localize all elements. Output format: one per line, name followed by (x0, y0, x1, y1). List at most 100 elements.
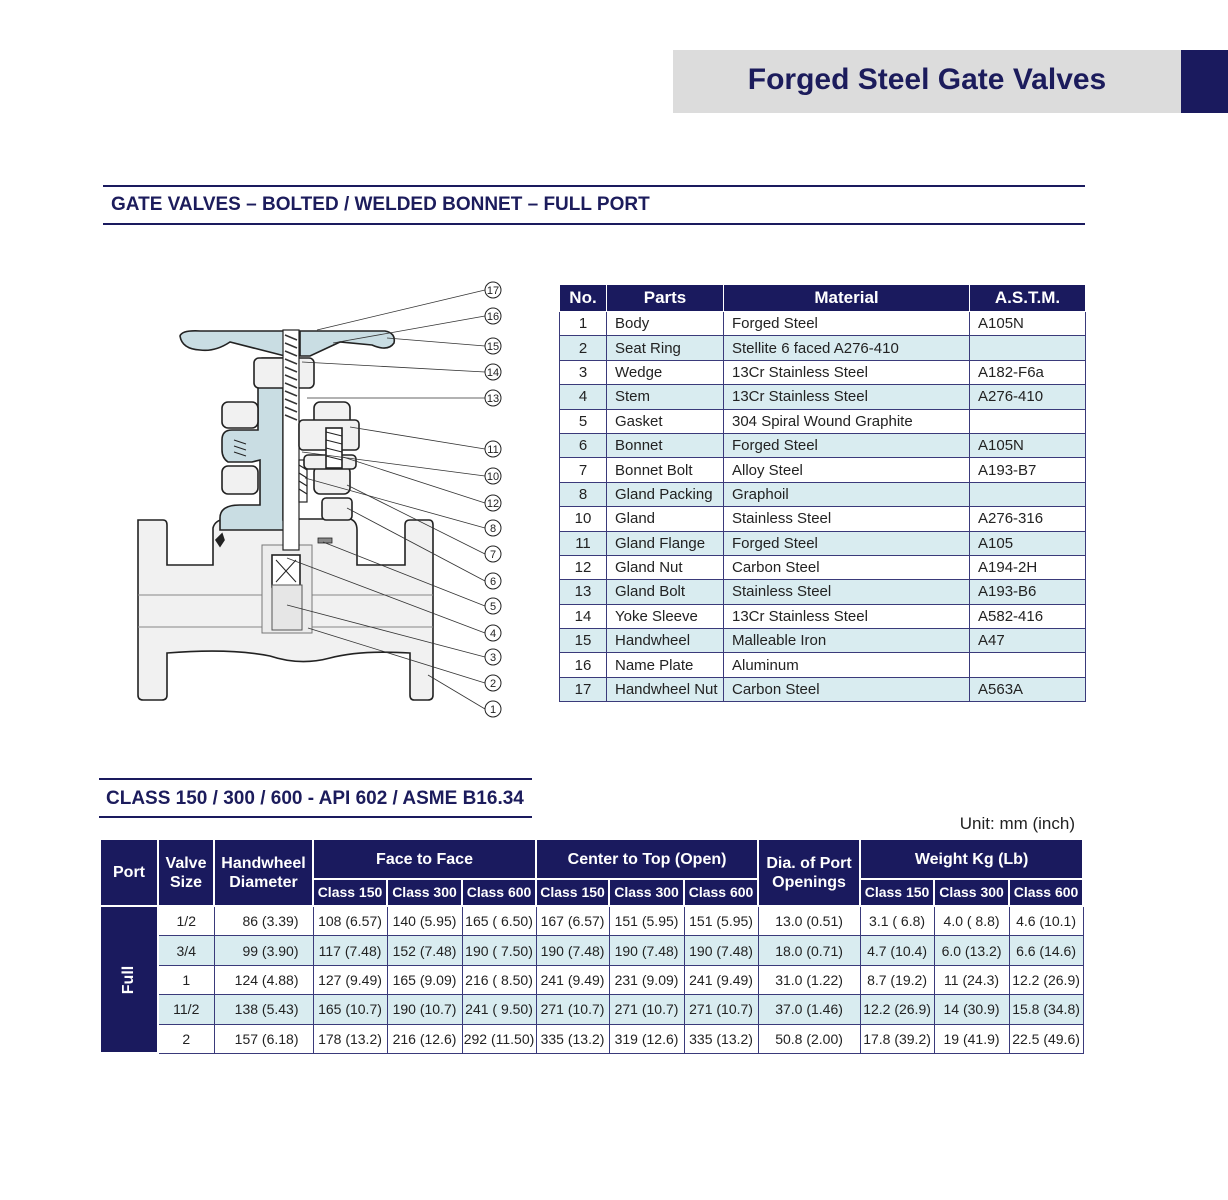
table-row: 2 Seat Ring Stellite 6 faced A276-410 (559, 335, 1086, 361)
part-no: 1 (559, 310, 607, 337)
table-row: 4 Stem 13Cr Stainless Steel A276-410 (559, 384, 1086, 410)
parts-material-table: No. Parts Material A.S.T.M. 1 Body Forged … (559, 284, 1086, 703)
part-no: 4 (559, 384, 607, 410)
part-astm: A105N (969, 310, 1086, 337)
ct-class150: 335 (13.2) (535, 1023, 610, 1054)
part-name: Bonnet Bolt (606, 457, 724, 483)
part-astm (969, 481, 1086, 508)
header-ct-class150: Class 150 (535, 878, 611, 907)
callout-label: 5 (490, 601, 496, 613)
dia-port: 37.0 (1.46) (757, 994, 861, 1025)
part-astm: A193-B6 (969, 579, 1086, 605)
handwheel-diameter: 99 (3.90) (213, 935, 314, 966)
part-material: Stellite 6 faced A276-410 (723, 335, 970, 361)
table-row: 14 Yoke Sleeve 13Cr Stainless Steel A582-41… (559, 603, 1086, 630)
header-handwheel: Handwheel Diameter (213, 838, 314, 907)
callout-15: 15 (484, 337, 502, 355)
header-port: Port (99, 838, 159, 907)
callout-17: 17 (484, 281, 502, 299)
ff-class600: 292 (11.50) (461, 1023, 537, 1054)
part-name: Bonnet (606, 432, 724, 459)
weight-class150: 3.1 ( 6.8) (859, 905, 935, 937)
part-no: 11 (559, 530, 607, 556)
spec-header-row: Port Valve Size Handwheel Diameter Face … (99, 838, 1085, 907)
ff-class150: 127 (9.49) (312, 964, 388, 996)
table-row: 1 Body Forged Steel A105N (559, 310, 1086, 337)
table-row: 3/4 99 (3.90) 117 (7.48) 152 (7.48) 190 ( 7.… (100, 935, 1084, 966)
weight-class600: 12.2 (26.9) (1008, 964, 1084, 996)
part-name: Gland Nut (606, 554, 724, 581)
ff-class300: 165 (9.09) (386, 964, 463, 996)
ff-class600: 241 ( 9.50) (461, 994, 537, 1025)
table-row: 12 Gland Nut Carbon Steel A194-2H (559, 554, 1086, 581)
table-row: Full 1/2 86 (3.39) 108 (6.57) 140 (5.95) 165 … (99, 904, 1084, 1055)
table-row: 1 124 (4.88) 127 (9.49) 165 (9.09) 216 ( 8.5… (100, 964, 1084, 996)
ff-class300: 190 (10.7) (386, 994, 463, 1025)
part-material: Stainless Steel (723, 506, 970, 532)
part-astm: A276-410 (969, 384, 1086, 410)
part-no: 14 (559, 603, 607, 630)
part-astm: A276-316 (969, 506, 1086, 532)
part-astm: A105 (969, 530, 1086, 556)
table-row: 8 Gland Packing Graphoil (559, 481, 1086, 508)
header-center-to-top: Center to Top (Open) (535, 838, 760, 880)
part-material: 13Cr Stainless Steel (723, 359, 970, 386)
ct-class150: 241 (9.49) (535, 964, 610, 996)
table-row: 5 Gasket 304 Spiral Wound Graphite (559, 408, 1086, 434)
header-wt-class300: Class 300 (933, 878, 1011, 907)
part-material: 13Cr Stainless Steel (723, 603, 970, 630)
handwheel-diameter: 138 (5.43) (213, 994, 314, 1025)
header-weight: Weight Kg (Lb) (859, 838, 1085, 880)
table-row: 13 Gland Bolt Stainless Steel A193-B6 (559, 579, 1086, 605)
ff-class600: 165 ( 6.50) (461, 905, 537, 937)
table-row: 10 Gland Stainless Steel A276-316 (559, 506, 1086, 532)
part-name: Body (606, 310, 724, 337)
weight-class150: 8.7 (19.2) (859, 964, 935, 996)
callout-11: 11 (484, 440, 502, 458)
ct-class300: 231 (9.09) (608, 964, 685, 996)
header-ff-class150: Class 150 (312, 878, 388, 907)
section-title-class: CLASS 150 / 300 / 600 - API 602 / ASME B… (99, 778, 532, 818)
header-ct-class600: Class 600 (683, 878, 760, 907)
ff-class300: 152 (7.48) (386, 935, 463, 966)
part-material: Forged Steel (723, 530, 970, 556)
part-no: 3 (559, 359, 607, 386)
part-name: Gland (606, 506, 724, 532)
ff-class300: 140 (5.95) (386, 905, 463, 937)
callout-label: 10 (487, 471, 499, 483)
ct-class300: 151 (5.95) (608, 905, 685, 937)
ff-class150: 117 (7.48) (312, 935, 388, 966)
table-row: 7 Bonnet Bolt Alloy Steel A193-B7 (559, 457, 1086, 483)
dia-port: 13.0 (0.51) (757, 905, 861, 937)
callout-6: 6 (484, 572, 502, 590)
weight-class600: 22.5 (49.6) (1008, 1023, 1084, 1054)
table-row: 15 Handwheel Malleable Iron A47 (559, 628, 1086, 654)
weight-class600: 15.8 (34.8) (1008, 994, 1084, 1025)
part-no: 7 (559, 457, 607, 483)
ff-class150: 178 (13.2) (312, 1023, 388, 1054)
header-dia-port: Dia. of Port Openings (757, 838, 862, 907)
part-name: Gland Packing (606, 481, 724, 508)
callout-4: 4 (484, 624, 502, 642)
weight-class150: 17.8 (39.2) (859, 1023, 935, 1054)
part-astm (969, 652, 1086, 678)
table-row: 11 Gland Flange Forged Steel A105 (559, 530, 1086, 556)
parts-table-header: No. Parts Material A.S.T.M. (559, 284, 1086, 312)
port-cell: Full (99, 904, 159, 1055)
part-no: 17 (559, 676, 607, 703)
handwheel-diameter: 86 (3.39) (213, 905, 314, 937)
valve-size: 1 (157, 964, 215, 996)
part-material: Stainless Steel (723, 579, 970, 605)
header-valve-size: Valve Size (157, 838, 215, 907)
callout-label: 8 (490, 523, 496, 535)
part-no: 8 (559, 481, 607, 508)
table-row: 11/2 138 (5.43) 165 (10.7) 190 (10.7) 241 ( … (100, 994, 1084, 1025)
part-no: 12 (559, 554, 607, 581)
valve-size: 1/2 (157, 905, 215, 937)
ct-class600: 241 (9.49) (683, 964, 759, 996)
part-material: 13Cr Stainless Steel (723, 384, 970, 410)
part-material: Carbon Steel (723, 554, 970, 581)
callout-2: 2 (484, 674, 502, 692)
part-no: 13 (559, 579, 607, 605)
callout-12: 12 (484, 494, 502, 512)
